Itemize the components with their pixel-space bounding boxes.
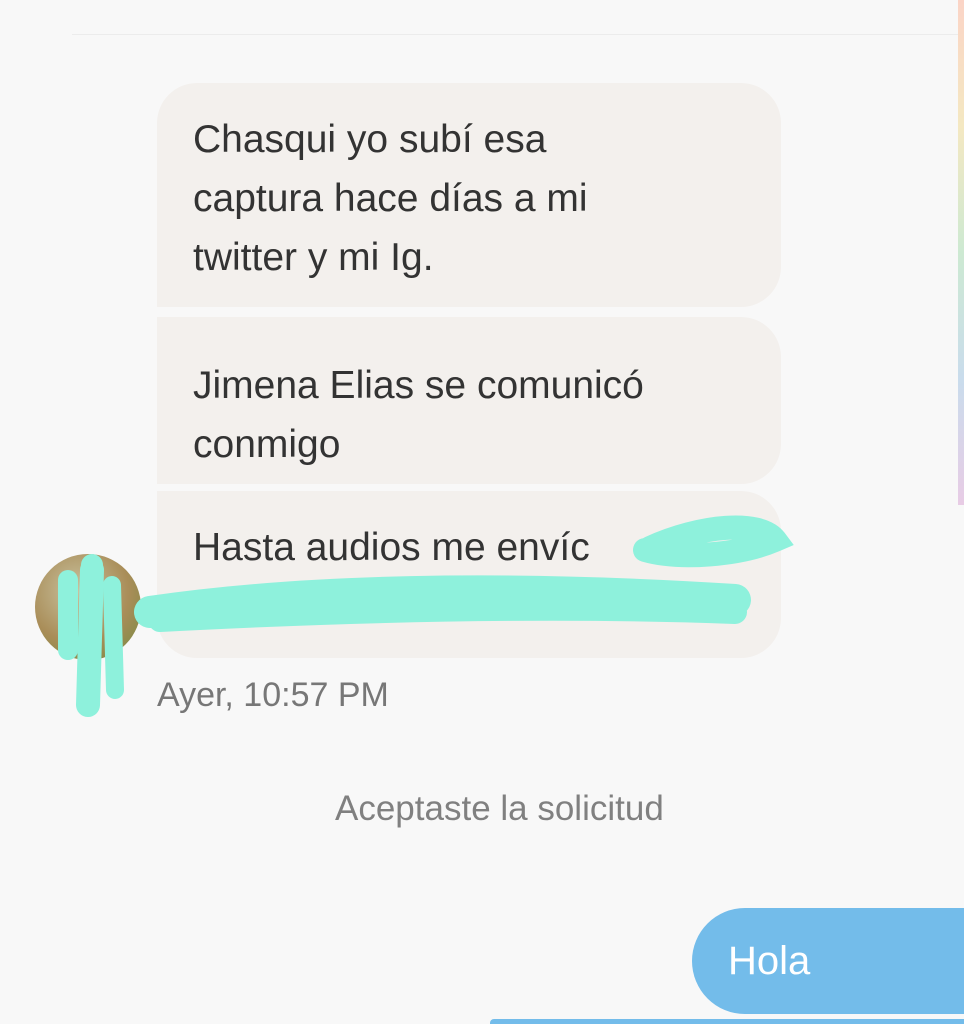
contact-avatar[interactable]: [35, 554, 141, 660]
request-accepted-notice: Aceptaste la solicitud: [335, 789, 664, 828]
message-2-line-2: conmigo: [193, 423, 341, 466]
message-bubble-2[interactable]: Jimena Elias se comunicó conmigo: [157, 317, 781, 484]
message-timestamp: Ayer, 10:57 PM: [157, 676, 389, 714]
edge-color-strip: [958, 0, 964, 505]
message-1-line-3: twitter y mi Ig.: [193, 236, 434, 279]
sent-bubble-edge: [490, 1019, 964, 1024]
sent-message-text: Hola: [728, 939, 811, 983]
message-3-line-1: Hasta audios me envíc: [193, 526, 590, 569]
message-2-line-1: Jimena Elias se comunicó: [193, 364, 644, 407]
top-divider: [72, 34, 964, 35]
message-1-line-1: Chasqui yo subí esa: [193, 118, 547, 161]
sent-message-bubble[interactable]: Hola: [692, 908, 964, 1014]
message-bubble-3[interactable]: Hasta audios me envíc: [157, 491, 781, 658]
message-1-line-2: captura hace días a mi: [193, 177, 588, 220]
message-bubble-1[interactable]: Chasqui yo subí esa captura hace días a …: [157, 83, 781, 307]
